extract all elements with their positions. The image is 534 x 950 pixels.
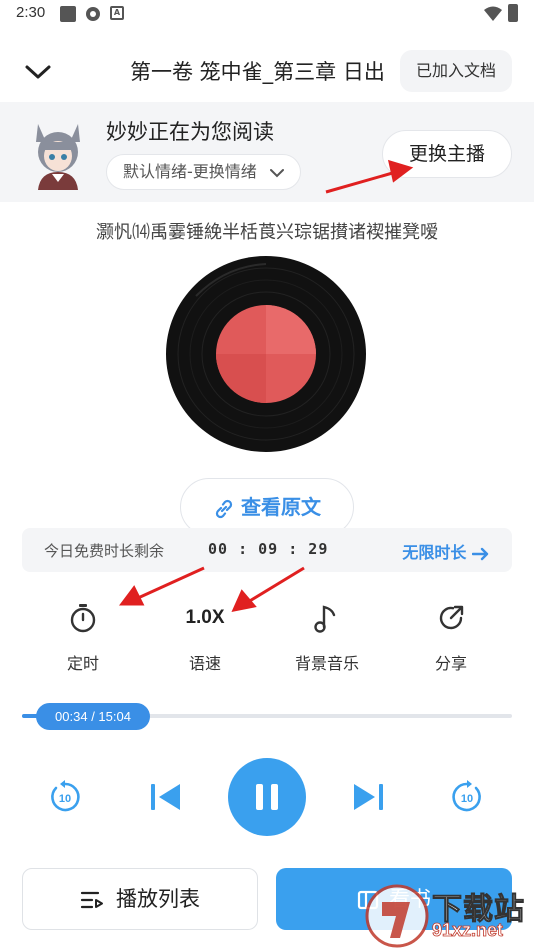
wifi-icon <box>484 6 502 21</box>
chevron-down-icon <box>269 168 284 177</box>
pause-button[interactable] <box>228 758 306 836</box>
forward-10-icon[interactable]: 10 <box>450 780 484 814</box>
playlist-icon <box>80 891 103 909</box>
anchor-reading-text: 妙妙正在为您阅读 <box>106 120 274 144</box>
progress-time-thumb[interactable]: 00:34 / 15:04 <box>36 703 150 730</box>
background-music-control[interactable]: 背景音乐 <box>272 600 382 674</box>
chapter-title: 第一卷 笼中雀_第三章 日出 <box>130 60 385 84</box>
anchor-avatar[interactable] <box>28 120 88 190</box>
link-icon <box>215 499 233 518</box>
playlist-label: 播放列表 <box>116 887 200 911</box>
vinyl-record-image <box>166 256 366 452</box>
added-to-docs-button[interactable]: 已加入文档 <box>400 50 512 92</box>
gear-icon <box>86 7 100 21</box>
timer-icon <box>70 604 96 633</box>
view-original-label: 查看原文 <box>241 495 321 519</box>
free-time-bar: 今日免费时长剩余 00 : 09 : 29 无限时长 <box>22 528 512 572</box>
timer-control[interactable]: 定时 <box>28 600 138 674</box>
speed-label: 语速 <box>188 654 221 673</box>
pause-icon <box>256 784 278 810</box>
change-anchor-button[interactable]: 更换主播 <box>382 130 512 178</box>
arrow-right-icon <box>471 547 489 560</box>
rewind-seconds: 10 <box>59 793 71 805</box>
status-bar: 2:30 A <box>0 0 534 28</box>
timer-label: 定时 <box>66 654 99 673</box>
site-watermark: 下载站 91xz.net <box>364 880 534 950</box>
emotion-label: 默认情绪-更换情绪 <box>123 162 257 181</box>
free-time-label: 今日免费时长剩余 <box>44 542 165 560</box>
annotation-arrow-shaft <box>137 566 205 600</box>
free-time-remaining: 00 : 09 : 29 <box>208 540 329 558</box>
annotation-arrow-shaft <box>247 566 305 604</box>
share-label: 分享 <box>434 654 467 673</box>
share-control[interactable]: 分享 <box>396 600 506 674</box>
battery-icon <box>508 4 518 22</box>
forward-seconds: 10 <box>461 793 473 805</box>
playlist-button[interactable]: 播放列表 <box>22 868 258 930</box>
unlimited-time-link[interactable]: 无限时长 <box>402 539 490 563</box>
status-time: 2:30 <box>16 4 46 21</box>
chevron-down-icon[interactable] <box>22 58 54 86</box>
speed-control[interactable]: 1.0X 语速 <box>150 600 260 674</box>
watermark-url: 91xz.net <box>432 920 504 941</box>
current-sentence: 灏忛⒁禹霎锤絻半栝莨兴琮锯攅诸褉摧凳嗳 <box>96 222 438 243</box>
watermark-logo <box>365 884 429 948</box>
previous-chapter-icon[interactable] <box>150 782 182 812</box>
rewind-10-icon[interactable]: 10 <box>48 780 82 814</box>
next-chapter-icon[interactable] <box>352 782 384 812</box>
music-note-icon <box>314 605 336 633</box>
speed-value: 1.0X <box>185 607 225 628</box>
share-icon <box>439 605 464 630</box>
reader-audio-page: 2:30 A 第一卷 笼中雀_第三章 日出 已加入文档 妙妙正在为您阅读 默认情… <box>0 0 534 950</box>
header: 第一卷 笼中雀_第三章 日出 已加入文档 <box>0 40 534 102</box>
anchor-panel: 妙妙正在为您阅读 默认情绪-更换情绪 更换主播 <box>0 102 534 202</box>
background-music-label: 背景音乐 <box>294 654 359 673</box>
a-box-icon: A <box>110 6 124 20</box>
square-icon <box>60 6 76 22</box>
change-emotion-button[interactable]: 默认情绪-更换情绪 <box>106 154 301 190</box>
